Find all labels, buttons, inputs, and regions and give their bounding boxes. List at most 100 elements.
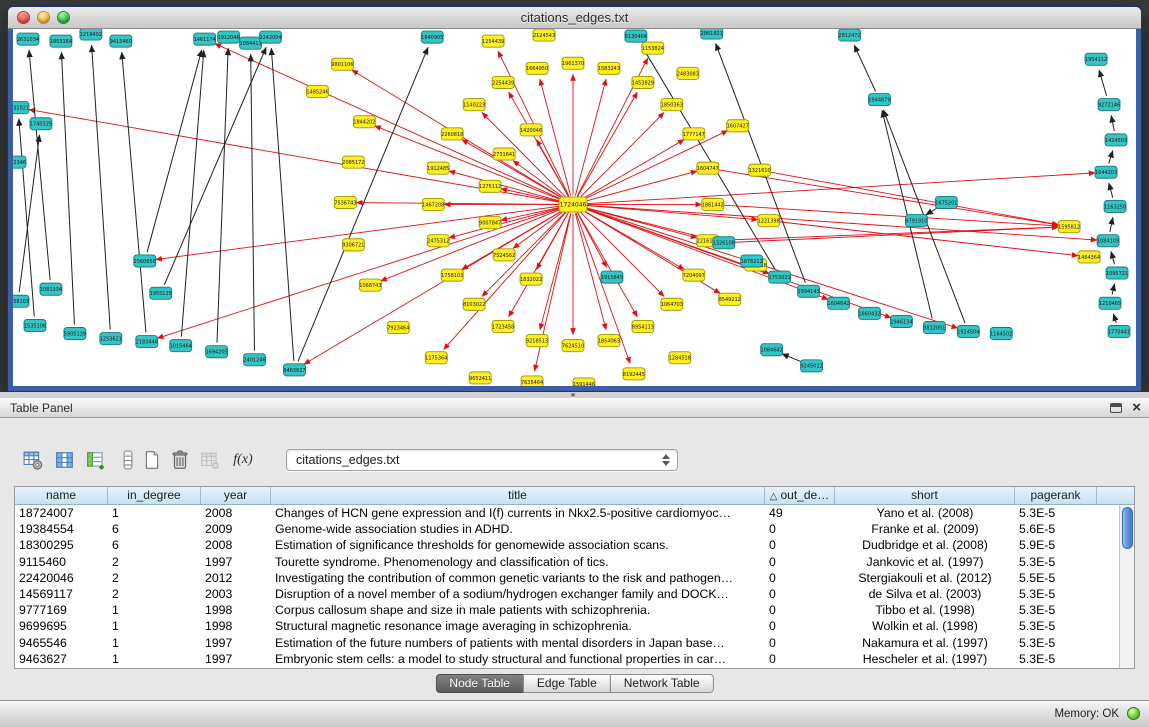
graph-edge[interactable] — [92, 45, 111, 329]
graph-node[interactable]: 5905139 — [64, 328, 86, 340]
graph-node[interactable]: 1944879 — [868, 94, 890, 106]
graph-node[interactable]: 1420046 — [520, 124, 542, 136]
graph-node[interactable]: 1595812 — [1058, 221, 1080, 233]
tab-edge-table[interactable]: Edge Table — [523, 674, 611, 693]
graph-edge[interactable] — [29, 50, 50, 280]
graph-edge[interactable] — [582, 207, 713, 240]
graph-edge[interactable] — [181, 50, 203, 336]
graph-node[interactable]: 1604747 — [697, 162, 719, 174]
graph-node[interactable]: 2085172 — [342, 156, 364, 168]
graph-node[interactable]: 1723458 — [492, 320, 514, 332]
graph-edge[interactable] — [1113, 314, 1116, 323]
table-row[interactable]: 911546021997Tourette syndrome. Phenomeno… — [15, 554, 1119, 570]
graph-node[interactable]: 1084642 — [761, 344, 783, 356]
graph-node[interactable]: 2260818 — [441, 128, 463, 140]
graph-node[interactable]: 1607427 — [727, 120, 749, 132]
graph-node[interactable]: 1424503 — [1105, 134, 1127, 146]
graph-node[interactable]: 1284518 — [669, 352, 691, 364]
graph-node[interactable]: 1753021 — [769, 271, 791, 283]
graph-edge[interactable] — [540, 79, 571, 196]
graph-node[interactable]: 1253621 — [100, 333, 122, 345]
table-row[interactable]: 1830029562008Estimation of significance … — [15, 537, 1119, 553]
table-vertical-scrollbar[interactable] — [1119, 505, 1134, 668]
graph-edge[interactable] — [375, 126, 565, 201]
graph-node[interactable]: 9218513 — [526, 335, 548, 347]
graph-node[interactable]: 1164502 — [990, 328, 1012, 340]
function-builder-icon[interactable]: f(x) — [228, 448, 258, 472]
graph-edge[interactable] — [782, 354, 803, 363]
graph-node[interactable]: 1644203 — [1095, 166, 1117, 178]
graph-edge[interactable] — [854, 45, 875, 91]
graph-edge[interactable] — [1112, 284, 1114, 295]
graph-node[interactable]: 1326108 — [713, 237, 735, 249]
graph-edge[interactable] — [582, 173, 1095, 204]
graph-node[interactable]: 2254439 — [492, 76, 514, 88]
graph-edge[interactable] — [251, 54, 255, 350]
graph-edge[interactable] — [581, 208, 828, 300]
graph-node[interactable]: 1924504 — [957, 325, 979, 337]
graph-node[interactable]: 1321610 — [749, 164, 771, 176]
table-row[interactable]: 2242004622012Investigating the contribut… — [15, 570, 1119, 586]
graph-node[interactable]: 1081334 — [40, 283, 62, 295]
graph-node[interactable]: 1664950 — [526, 62, 548, 74]
graph-node[interactable]: 1221398 — [758, 215, 780, 227]
graph-node[interactable]: 1912485 — [427, 162, 449, 174]
graph-node[interactable]: 1961370 — [562, 57, 584, 69]
graph-node[interactable]: 1955135 — [150, 287, 172, 299]
graph-edge[interactable] — [215, 44, 565, 201]
network-table-select[interactable]: citations_edges.txt — [286, 449, 678, 471]
graph-node[interactable]: 9463627 — [283, 364, 305, 376]
close-panel-icon[interactable]: × — [1132, 401, 1141, 415]
graph-edge[interactable] — [579, 112, 664, 198]
graph-edge[interactable] — [1111, 251, 1115, 264]
graph-node[interactable]: 2861821 — [701, 29, 723, 39]
delete-icon[interactable] — [168, 448, 192, 472]
table-row[interactable]: 946362711997Embryonic stem cells: a mode… — [15, 651, 1119, 667]
graph-edge[interactable] — [575, 79, 606, 196]
graph-edge[interactable] — [1109, 183, 1113, 198]
network-window-titlebar[interactable]: citations_edges.txt — [8, 7, 1141, 29]
graph-edge[interactable] — [122, 52, 146, 332]
column-visibility-icon[interactable] — [53, 448, 77, 472]
graph-node[interactable]: 1175364 — [425, 352, 447, 364]
column-header-title[interactable]: title — [271, 487, 765, 504]
graph-edge[interactable] — [164, 47, 266, 285]
graph-node[interactable]: 9812051 — [923, 321, 945, 333]
graph-node[interactable]: 8130464 — [625, 30, 647, 42]
column-header-short[interactable]: short — [835, 487, 1015, 504]
network-canvas[interactable]: 1724046186144222161847204097106470389541… — [13, 29, 1136, 386]
graph-node[interactable]: 1153824 — [642, 42, 664, 54]
graph-node[interactable]: 2475312 — [427, 235, 449, 247]
scrollbar-thumb[interactable] — [1122, 507, 1133, 549]
graph-node[interactable]: 7923464 — [387, 321, 409, 333]
table-row[interactable]: 969969511998Structural magnetic resonanc… — [15, 618, 1119, 634]
graph-edge[interactable] — [577, 212, 606, 267]
graph-node[interactable]: 1850363 — [661, 99, 683, 111]
rows-icon[interactable] — [116, 448, 140, 472]
graph-node[interactable]: 1675201 — [935, 196, 957, 208]
graph-node[interactable]: 1485246 — [306, 85, 328, 97]
graph-node[interactable]: 1777147 — [683, 128, 705, 140]
graph-node[interactable]: 8192445 — [623, 368, 645, 380]
graph-edge[interactable] — [540, 213, 571, 330]
graph-node[interactable]: 7536743 — [334, 196, 356, 208]
graph-node[interactable]: 1861442 — [702, 198, 724, 210]
column-header-out-de-[interactable]: △out_de… — [765, 487, 835, 504]
graph-node[interactable]: 7204097 — [683, 269, 705, 281]
graph-node[interactable]: 1854063 — [598, 335, 620, 347]
graph-node[interactable]: 1954112 — [1085, 53, 1107, 65]
graph-node[interactable]: 1844202 — [353, 116, 375, 128]
graph-node[interactable]: 9245012 — [800, 360, 822, 372]
graph-node[interactable]: 1275112 — [479, 180, 501, 192]
graph-edge[interactable] — [1109, 151, 1113, 164]
graph-node[interactable]: 1210465 — [1099, 297, 1121, 309]
graph-node[interactable]: 1860432 — [858, 307, 880, 319]
graph-node[interactable]: 1254439 — [482, 35, 504, 47]
graph-node[interactable]: 2183446 — [136, 336, 158, 348]
graph-node[interactable]: 2560650 — [134, 255, 156, 267]
graph-node[interactable]: 1084109 — [1097, 235, 1119, 247]
graph-edge[interactable] — [579, 211, 664, 297]
graph-node[interactable]: 2812472 — [838, 29, 860, 41]
graph-edge[interactable] — [147, 50, 202, 252]
graph-node[interactable]: 1064703 — [661, 298, 683, 310]
